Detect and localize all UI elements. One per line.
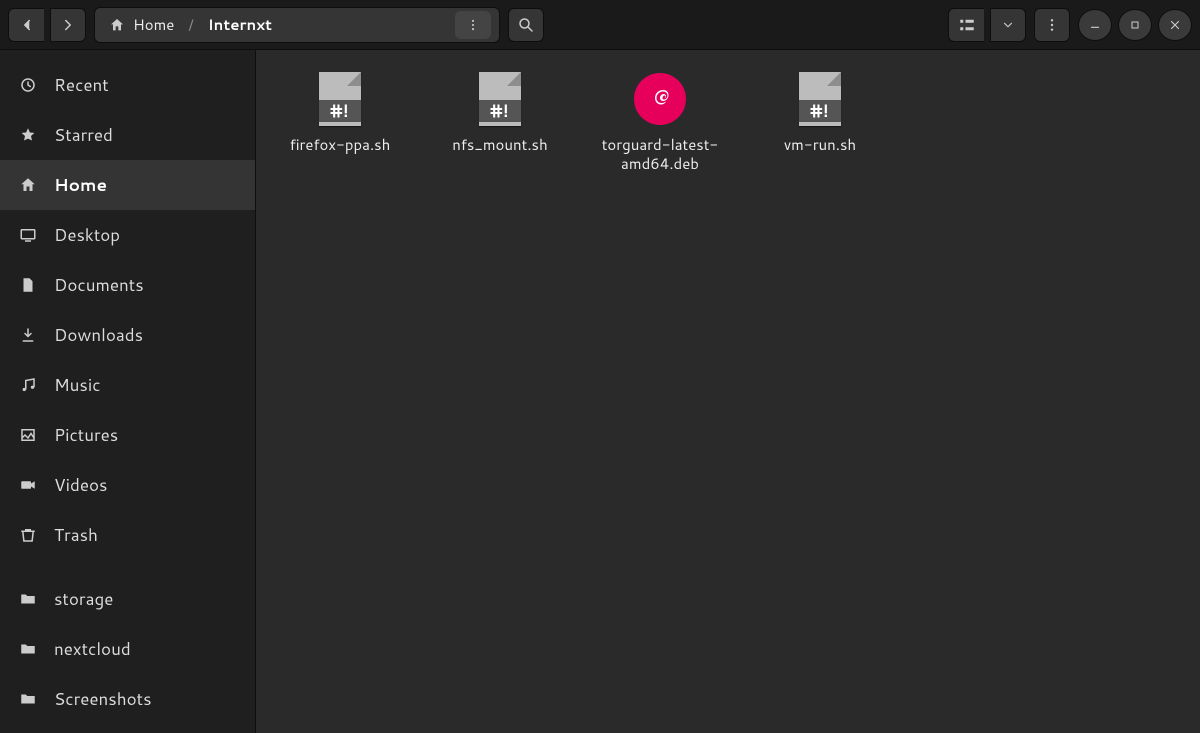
sidebar-item-label: Music [54, 373, 101, 397]
folder-icon [18, 689, 38, 709]
hamburger-menu-button[interactable] [1034, 8, 1070, 42]
video-icon [18, 475, 38, 495]
sidebar-item-music[interactable]: Music [0, 360, 255, 410]
search-icon [516, 15, 536, 35]
sidebar-item-label: Desktop [54, 223, 120, 247]
sidebar-item-label: Recent [54, 73, 109, 97]
file-label: nfs_mount.sh [452, 136, 547, 155]
view-mode-button[interactable] [948, 8, 984, 42]
window-controls [1078, 9, 1192, 41]
document-icon [18, 275, 38, 295]
sidebar-item-desktop[interactable]: Desktop [0, 210, 255, 260]
shell-script-icon: #! [474, 70, 526, 128]
sidebar-item-trash[interactable]: Trash [0, 510, 255, 560]
music-icon [18, 375, 38, 395]
breadcrumb-separator: / [186, 14, 195, 35]
breadcrumb-current-label: Internxt [208, 14, 272, 35]
file-item[interactable]: #! firefox-ppa.sh [280, 70, 400, 174]
file-item[interactable]: torguard-latest-amd64.deb [600, 70, 720, 174]
minimize-button[interactable] [1078, 9, 1112, 41]
sidebar-item-label: Starred [54, 123, 113, 147]
shell-script-icon: #! [314, 70, 366, 128]
picture-icon [18, 425, 38, 445]
close-button[interactable] [1158, 9, 1192, 41]
sidebar-item-label: Trash [54, 523, 98, 547]
nav-buttons [8, 8, 86, 42]
debian-package-icon [634, 70, 686, 128]
sidebar-item-downloads[interactable]: Downloads [0, 310, 255, 360]
sidebar-item-home[interactable]: Home [0, 160, 255, 210]
kebab-icon [1042, 15, 1062, 35]
sidebar-item-pictures[interactable]: Pictures [0, 410, 255, 460]
search-button[interactable] [508, 8, 544, 42]
breadcrumb-home[interactable]: Home [103, 14, 178, 35]
file-label: vm-run.sh [784, 136, 856, 155]
body: Recent Starred Home Desktop [0, 50, 1200, 733]
sidebar-item-label: Videos [54, 473, 107, 497]
sidebar-item-label: Pictures [54, 423, 118, 447]
arrow-left-icon [17, 15, 37, 35]
chevron-down-icon [998, 15, 1018, 35]
list-icon [957, 15, 977, 35]
path-bar[interactable]: Home / Internxt [94, 7, 500, 43]
sidebar-item-label: Documents [54, 273, 144, 297]
files-view[interactable]: #! firefox-ppa.sh #! nfs_mount.sh torgua… [256, 50, 1200, 733]
desktop-icon [18, 225, 38, 245]
sidebar-item-starred[interactable]: Starred [0, 110, 255, 160]
folder-icon [18, 639, 38, 659]
file-label: firefox-ppa.sh [290, 136, 391, 155]
clock-icon [18, 75, 38, 95]
view-dropdown-button[interactable] [990, 8, 1026, 42]
sidebar-divider [0, 560, 255, 574]
close-icon [1165, 15, 1185, 35]
trash-icon [18, 525, 38, 545]
sidebar-item-documents[interactable]: Documents [0, 260, 255, 310]
file-item[interactable]: #! nfs_mount.sh [440, 70, 560, 174]
sidebar-item-label: nextcloud [54, 637, 131, 661]
forward-button[interactable] [50, 8, 86, 42]
sidebar-item-label: Downloads [54, 323, 143, 347]
minimize-icon [1085, 15, 1105, 35]
breadcrumb-home-label: Home [133, 14, 174, 35]
folder-icon [18, 589, 38, 609]
sidebar-item-videos[interactable]: Videos [0, 460, 255, 510]
breadcrumb-current[interactable]: Internxt [204, 14, 276, 35]
file-label: torguard-latest-amd64.deb [600, 136, 720, 174]
shell-script-icon: #! [794, 70, 846, 128]
sidebar-item-screenshots[interactable]: Screenshots [0, 674, 255, 724]
headerbar: Home / Internxt [0, 0, 1200, 50]
file-manager-window: Home / Internxt [0, 0, 1200, 733]
star-icon [18, 125, 38, 145]
sidebar-item-label: Screenshots [54, 687, 152, 711]
sidebar-item-recent[interactable]: Recent [0, 60, 255, 110]
maximize-icon [1125, 15, 1145, 35]
home-icon [107, 15, 127, 35]
home-icon [18, 175, 38, 195]
sidebar: Recent Starred Home Desktop [0, 50, 256, 733]
arrow-right-icon [58, 15, 78, 35]
kebab-icon [463, 15, 483, 35]
sidebar-item-label: Home [54, 173, 107, 197]
sidebar-item-storage[interactable]: storage [0, 574, 255, 624]
sidebar-item-nextcloud[interactable]: nextcloud [0, 624, 255, 674]
file-item[interactable]: #! vm-run.sh [760, 70, 880, 174]
back-button[interactable] [8, 8, 44, 42]
download-icon [18, 325, 38, 345]
maximize-button[interactable] [1118, 9, 1152, 41]
sidebar-item-label: storage [54, 587, 113, 611]
path-menu-button[interactable] [455, 11, 491, 39]
view-controls [948, 8, 1026, 42]
